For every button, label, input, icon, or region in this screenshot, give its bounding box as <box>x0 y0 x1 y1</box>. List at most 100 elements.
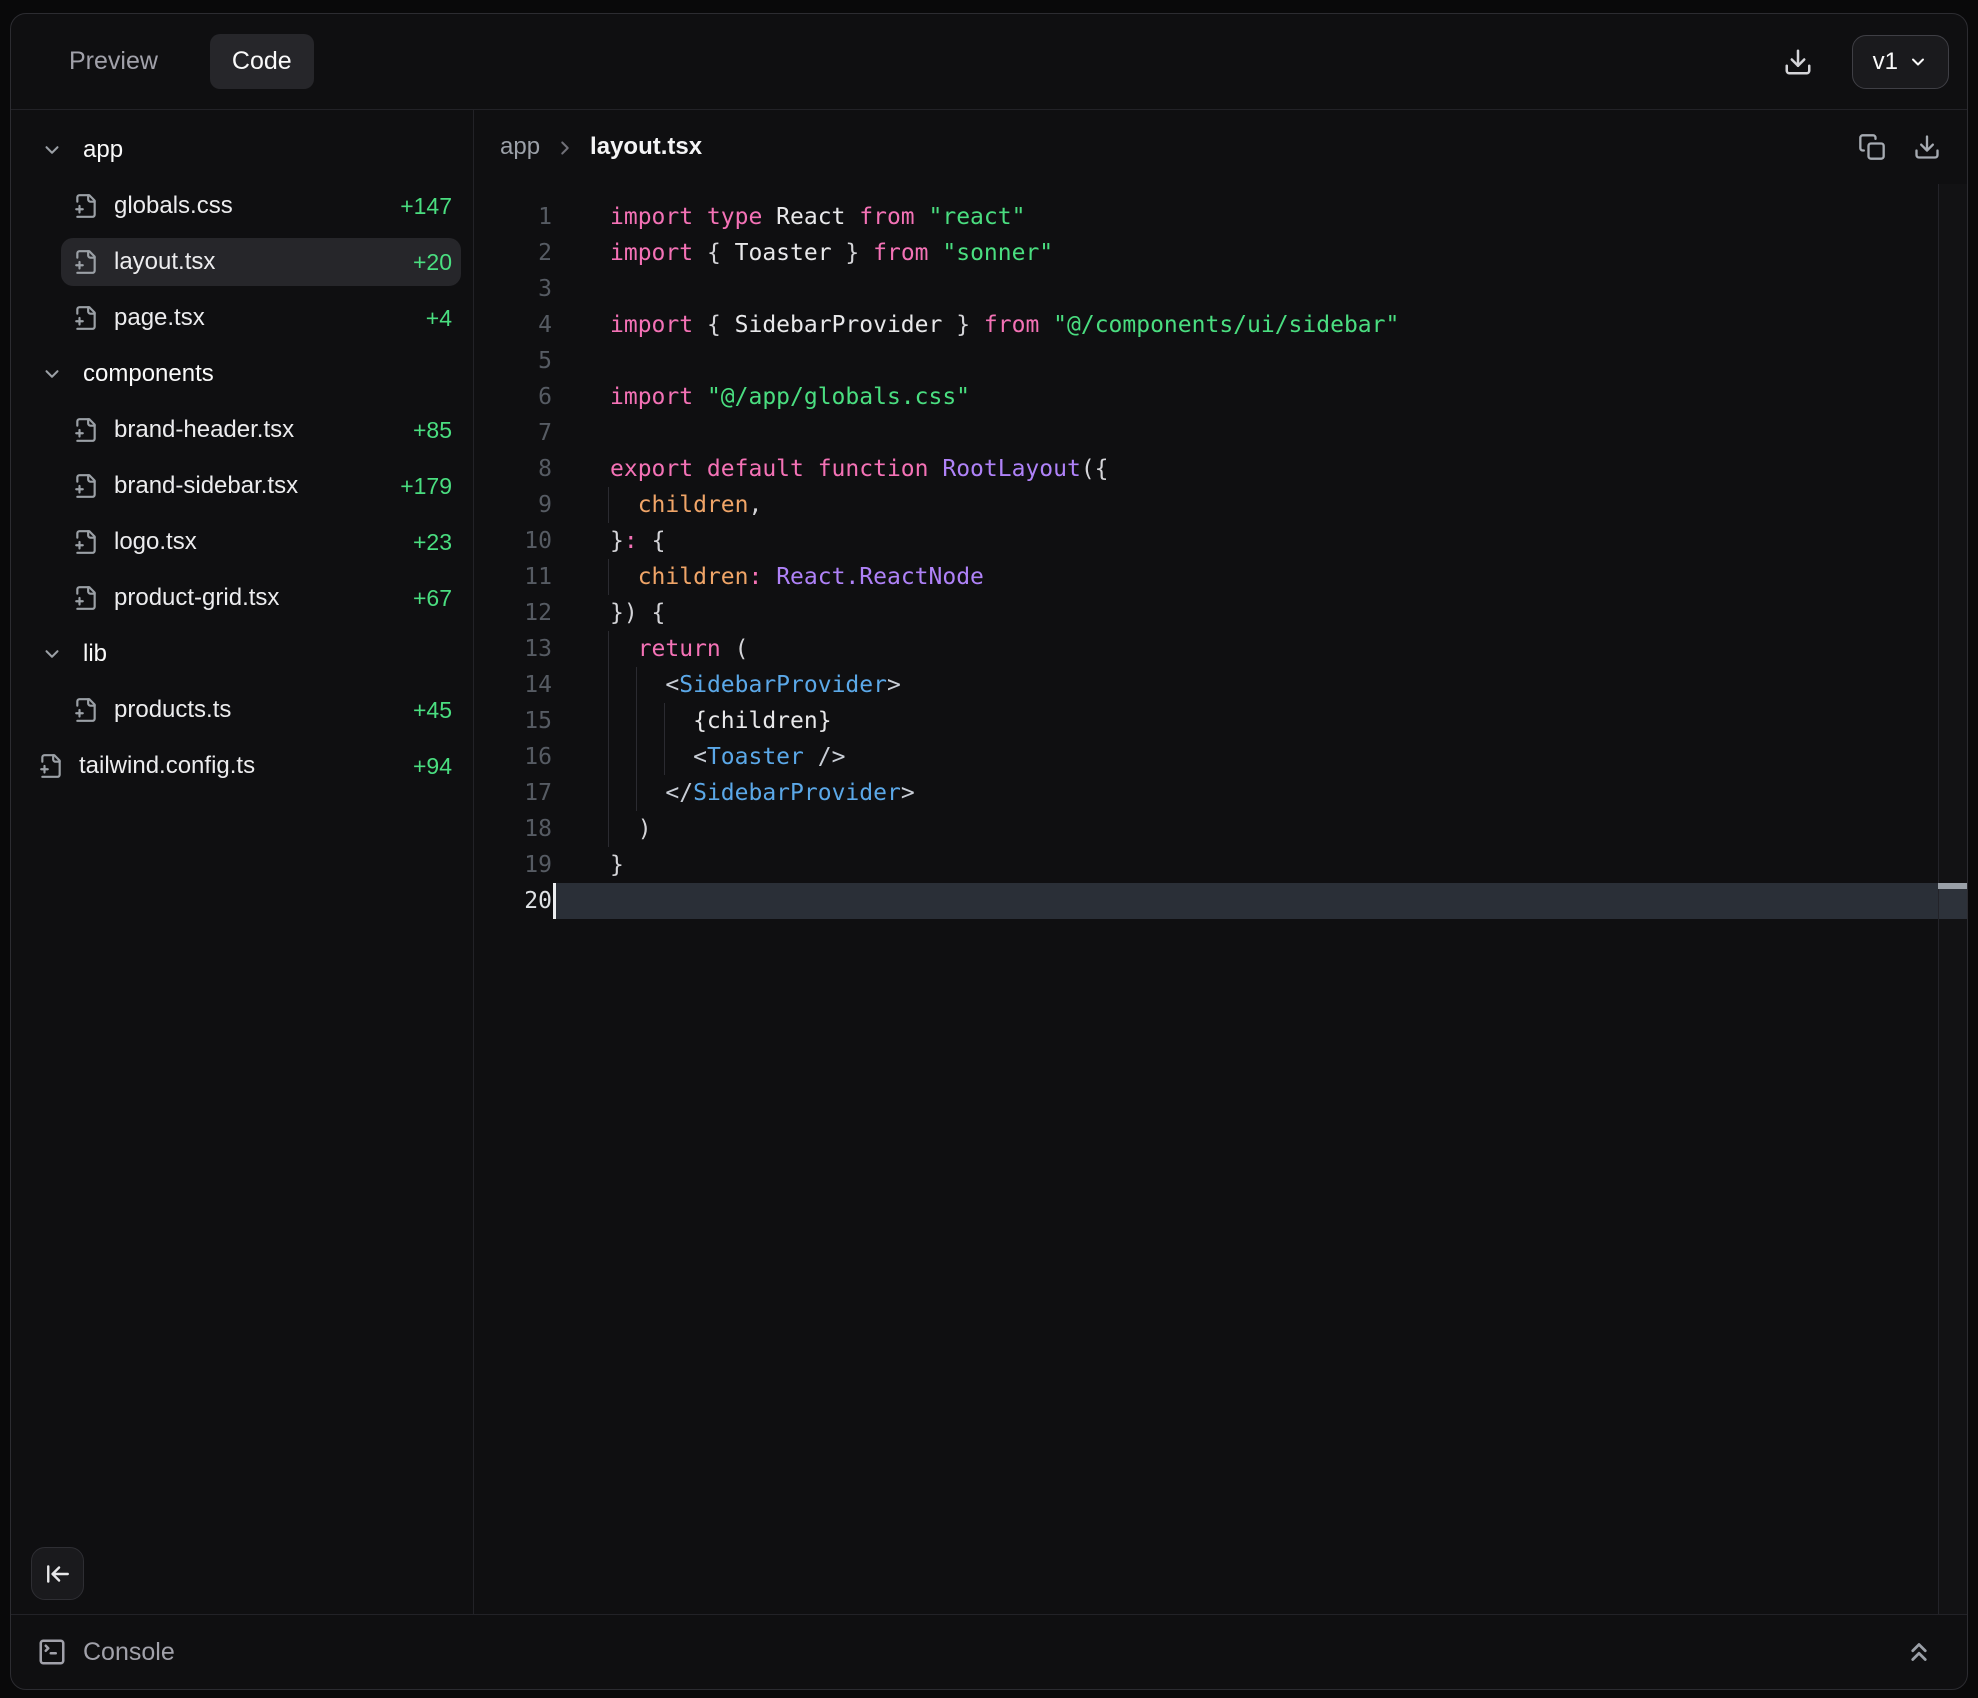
chevrons-up-icon[interactable] <box>1904 1637 1934 1667</box>
code-line[interactable]: 4import { SidebarProvider } from "@/comp… <box>474 307 1967 343</box>
added-lines-badge: +23 <box>413 529 473 556</box>
code-line[interactable]: 7 <box>474 415 1967 451</box>
file-plus-icon <box>73 305 99 331</box>
code-line[interactable]: 9 children, <box>474 487 1967 523</box>
code-line[interactable]: 8export default function RootLayout({ <box>474 451 1967 487</box>
added-lines-badge: +179 <box>400 473 473 500</box>
code-line[interactable]: 20 <box>474 883 1967 919</box>
current-line-highlight <box>553 883 1967 919</box>
terminal-icon <box>37 1637 67 1667</box>
line-number: 13 <box>474 631 552 667</box>
file-name: product-grid.tsx <box>114 584 279 612</box>
code-line[interactable]: 13 return ( <box>474 631 1967 667</box>
code-line[interactable]: 18 ) <box>474 811 1967 847</box>
folder-name: lib <box>83 640 107 668</box>
console-label: Console <box>83 1638 175 1667</box>
code-line[interactable]: 10}: { <box>474 523 1967 559</box>
top-bar-actions: v1 <box>1783 35 1949 89</box>
file-name: layout.tsx <box>114 248 215 276</box>
line-number: 12 <box>474 595 552 631</box>
code-line[interactable]: 2import { Toaster } from "sonner" <box>474 235 1967 271</box>
added-lines-badge: +147 <box>400 193 473 220</box>
file-plus-icon <box>38 753 64 779</box>
line-content: }) { <box>552 595 665 631</box>
line-content: <SidebarProvider> <box>552 667 901 703</box>
file-plus-icon <box>73 473 99 499</box>
line-content <box>552 271 610 307</box>
line-number: 9 <box>474 487 552 523</box>
copy-code-button[interactable] <box>1858 133 1886 161</box>
chevron-down-icon <box>41 363 63 385</box>
line-number: 20 <box>474 883 552 919</box>
file-plus-icon <box>73 529 99 555</box>
tree-file-products.ts[interactable]: products.ts+45 <box>11 682 473 738</box>
line-number: 11 <box>474 559 552 595</box>
code-line[interactable]: 1import type React from "react" <box>474 199 1967 235</box>
line-content: import { Toaster } from "sonner" <box>552 235 1053 271</box>
line-content: }: { <box>552 523 665 559</box>
editor-column: app layout.tsx <box>474 110 1967 1614</box>
version-label: v1 <box>1873 48 1898 76</box>
tree-file-layout.tsx[interactable]: layout.tsx+20 <box>11 234 473 290</box>
code-workspace-panel: Preview Code v1 app globals.css +147 layout… <box>10 13 1968 1690</box>
tree-file-logo.tsx[interactable]: logo.tsx +23 <box>11 514 473 570</box>
download-file-button[interactable] <box>1913 133 1941 161</box>
collapse-sidebar-button[interactable] <box>31 1547 84 1600</box>
code-line[interactable]: 12}) { <box>474 595 1967 631</box>
code-line[interactable]: 15 {children} <box>474 703 1967 739</box>
line-content: import "@/app/globals.css" <box>552 379 970 415</box>
line-content: return ( <box>552 631 748 667</box>
line-content: } <box>552 847 624 883</box>
code-line[interactable]: 11 children: React.ReactNode <box>474 559 1967 595</box>
tree-folder-app[interactable]: app <box>11 122 473 178</box>
code-line[interactable]: 16 <Toaster /> <box>474 739 1967 775</box>
line-number: 16 <box>474 739 552 775</box>
breadcrumb-folder[interactable]: app <box>500 133 540 161</box>
line-content <box>552 343 610 379</box>
line-content: children: React.ReactNode <box>552 559 984 595</box>
code-line[interactable]: 5 <box>474 343 1967 379</box>
file-name: brand-sidebar.tsx <box>114 472 298 500</box>
code-editor[interactable]: 1import type React from "react"2import {… <box>474 184 1967 1614</box>
code-line[interactable]: 14 <SidebarProvider> <box>474 667 1967 703</box>
file-name: logo.tsx <box>114 528 197 556</box>
console-bar[interactable]: Console <box>11 1614 1967 1689</box>
line-content: {children} <box>552 703 832 739</box>
view-tabs: Preview Code <box>47 34 314 89</box>
tree-file-brand-header.tsx[interactable]: brand-header.tsx+85 <box>11 402 473 458</box>
line-content: import { SidebarProvider } from "@/compo… <box>552 307 1399 343</box>
arrow-left-to-line-icon <box>45 1561 71 1587</box>
line-number: 18 <box>474 811 552 847</box>
download-button[interactable] <box>1783 47 1813 77</box>
file-actions <box>1858 133 1941 161</box>
line-number: 5 <box>474 343 552 379</box>
code-line[interactable]: 6import "@/app/globals.css" <box>474 379 1967 415</box>
chevron-down-icon <box>41 139 63 161</box>
chevron-down-icon <box>41 643 63 665</box>
file-name: globals.css <box>114 192 233 220</box>
scrollbar-marker <box>1938 883 1967 889</box>
code-line[interactable]: 17 </SidebarProvider> <box>474 775 1967 811</box>
code-line[interactable]: 3 <box>474 271 1967 307</box>
tree-file-product-grid.tsx[interactable]: product-grid.tsx +67 <box>11 570 473 626</box>
line-number: 15 <box>474 703 552 739</box>
folder-name: components <box>83 360 214 388</box>
added-lines-badge: +67 <box>413 585 473 612</box>
tree-file-globals.css[interactable]: globals.css +147 <box>11 178 473 234</box>
tree-file-brand-sidebar.tsx[interactable]: brand-sidebar.tsx +179 <box>11 458 473 514</box>
file-name: products.ts <box>114 696 231 724</box>
line-number: 8 <box>474 451 552 487</box>
breadcrumb: app layout.tsx <box>500 133 702 161</box>
tab-code[interactable]: Code <box>210 34 314 89</box>
tree-file-page.tsx[interactable]: page.tsx+4 <box>11 290 473 346</box>
line-number: 10 <box>474 523 552 559</box>
version-dropdown[interactable]: v1 <box>1852 35 1949 89</box>
line-content <box>552 415 610 451</box>
tab-preview[interactable]: Preview <box>47 34 180 89</box>
tree-file-tailwind.config.ts[interactable]: tailwind.config.ts+94 <box>11 738 473 794</box>
code-line[interactable]: 19} <box>474 847 1967 883</box>
tree-folder-components[interactable]: components <box>11 346 473 402</box>
line-content <box>552 883 610 919</box>
tree-folder-lib[interactable]: lib <box>11 626 473 682</box>
line-content: ) <box>552 811 652 847</box>
